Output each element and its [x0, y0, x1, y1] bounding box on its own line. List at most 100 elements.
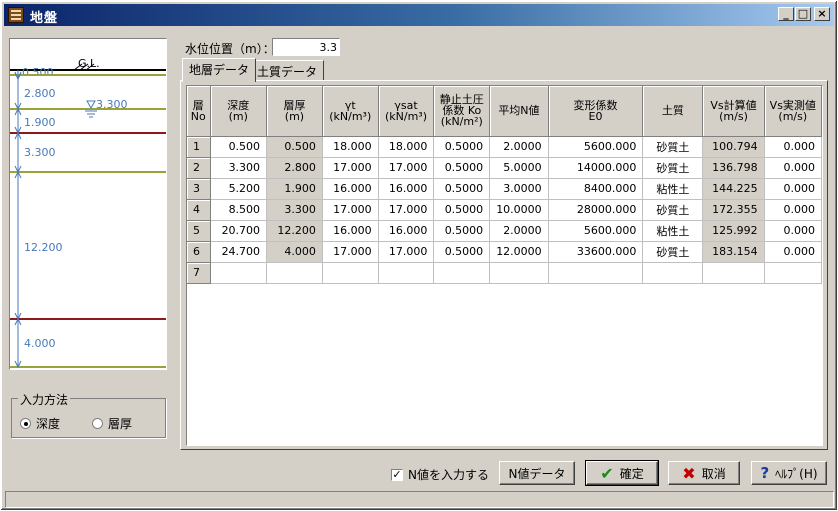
- tab-soil-data[interactable]: 土質データ: [250, 60, 325, 80]
- cell-gamma-sat[interactable]: 17.000: [378, 199, 435, 221]
- close-button[interactable]: ×: [814, 7, 830, 21]
- cell-depth[interactable]: 20.700: [210, 220, 268, 242]
- cell-soil[interactable]: 粘性土: [642, 178, 704, 200]
- radio-thickness-dot[interactable]: [92, 418, 103, 429]
- cell-soil[interactable]: 砂質土: [642, 199, 704, 221]
- help-button-label: ﾍﾙﾌﾟ(H): [775, 466, 818, 481]
- cell-e0[interactable]: 5600.000: [548, 220, 644, 242]
- cell-gamma-sat[interactable]: 16.000: [378, 178, 435, 200]
- row-no[interactable]: 7: [187, 262, 211, 284]
- cell-depth[interactable]: [210, 262, 268, 284]
- cell-avg-n[interactable]: 10.0000: [489, 199, 549, 221]
- cell-gamma-sat[interactable]: 17.000: [378, 241, 435, 263]
- cell-avg-n[interactable]: 5.0000: [489, 157, 549, 179]
- table-row[interactable]: 2 3.300 2.800 17.000 17.000 0.5000 5.000…: [187, 157, 822, 179]
- row-no[interactable]: 5: [187, 220, 211, 242]
- cell-depth[interactable]: 24.700: [210, 241, 268, 263]
- table-row[interactable]: 7: [187, 262, 822, 284]
- soil-profile-diagram: G.L. 0.500 2.800 1.900 3.300 12.200 4.00…: [10, 57, 166, 369]
- cell-soil[interactable]: 粘性土: [642, 220, 704, 242]
- cell-depth[interactable]: 8.500: [210, 199, 268, 221]
- cell-ko[interactable]: 0.5000: [433, 136, 491, 158]
- cell-e0[interactable]: 8400.000: [548, 178, 644, 200]
- cell-vs-calc: 100.794: [702, 136, 765, 158]
- cell-avg-n[interactable]: 12.0000: [489, 241, 549, 263]
- cell-ko[interactable]: 0.5000: [433, 199, 491, 221]
- cell-vs-calc[interactable]: [702, 262, 765, 284]
- cell-ko[interactable]: 0.5000: [433, 178, 491, 200]
- help-button[interactable]: ? ﾍﾙﾌﾟ(H): [751, 461, 827, 485]
- maximize-button[interactable]: □: [795, 7, 811, 21]
- row-no[interactable]: 1: [187, 136, 211, 158]
- row-no[interactable]: 2: [187, 157, 211, 179]
- col-header-gamma-t: γt (kN/m³): [322, 86, 379, 137]
- n-data-button[interactable]: N値データ: [499, 461, 575, 485]
- table-row[interactable]: 1 0.500 0.500 18.000 18.000 0.5000 2.000…: [187, 136, 822, 158]
- n-value-checkbox-wrap[interactable]: ✓ N値を入力する: [391, 466, 489, 483]
- table-row[interactable]: 4 8.500 3.300 17.000 17.000 0.5000 10.00…: [187, 199, 822, 221]
- cell-gamma-t[interactable]: [322, 262, 379, 284]
- cell-gamma-sat[interactable]: 17.000: [378, 157, 435, 179]
- row-no[interactable]: 3: [187, 178, 211, 200]
- cell-gamma-t[interactable]: 17.000: [322, 199, 379, 221]
- cancel-button[interactable]: ✖ 取消: [668, 461, 740, 485]
- cell-vs-meas[interactable]: 0.000: [764, 136, 822, 158]
- layer-grid[interactable]: 層 No 深度 (m) 層厚 (m) γt (kN/m³) γsat (kN/m…: [186, 85, 823, 446]
- cell-avg-n[interactable]: 2.0000: [489, 220, 549, 242]
- cell-avg-n[interactable]: 2.0000: [489, 136, 549, 158]
- status-bar: [5, 491, 834, 508]
- cell-vs-meas[interactable]: 0.000: [764, 178, 822, 200]
- cell-e0[interactable]: 33600.000: [548, 241, 644, 263]
- cell-e0[interactable]: 14000.000: [548, 157, 644, 179]
- water-level-input[interactable]: [272, 38, 340, 56]
- cell-ko[interactable]: 0.5000: [433, 220, 491, 242]
- cell-e0[interactable]: 28000.000: [548, 199, 644, 221]
- cell-vs-meas[interactable]: [764, 262, 822, 284]
- row-no[interactable]: 4: [187, 199, 211, 221]
- cell-vs-meas[interactable]: 0.000: [764, 220, 822, 242]
- cell-avg-n[interactable]: 3.0000: [489, 178, 549, 200]
- cell-depth[interactable]: 0.500: [210, 136, 268, 158]
- cell-depth[interactable]: 5.200: [210, 178, 268, 200]
- cell-ko[interactable]: [433, 262, 491, 284]
- radio-depth-dot[interactable]: [20, 418, 31, 429]
- cell-depth[interactable]: 3.300: [210, 157, 268, 179]
- n-value-checkbox[interactable]: ✓: [391, 468, 403, 481]
- cell-soil[interactable]: [642, 262, 704, 284]
- row-no[interactable]: 6: [187, 241, 211, 263]
- cell-soil[interactable]: 砂質土: [642, 157, 704, 179]
- cell-avg-n[interactable]: [489, 262, 549, 284]
- layer-table: 層 No 深度 (m) 層厚 (m) γt (kN/m³) γsat (kN/m…: [187, 86, 822, 284]
- radio-depth[interactable]: 深度: [20, 415, 60, 432]
- table-row[interactable]: 5 20.700 12.200 16.000 16.000 0.5000 2.0…: [187, 220, 822, 242]
- cell-gamma-t[interactable]: 16.000: [322, 178, 379, 200]
- cell-vs-meas[interactable]: 0.000: [764, 157, 822, 179]
- cell-ko[interactable]: 0.5000: [433, 157, 491, 179]
- ok-button-label: 確定: [619, 466, 644, 481]
- minimize-button[interactable]: _: [778, 7, 794, 21]
- cell-gamma-t[interactable]: 17.000: [322, 241, 379, 263]
- cell-e0[interactable]: [548, 262, 644, 284]
- table-row[interactable]: 6 24.700 4.000 17.000 17.000 0.5000 12.0…: [187, 241, 822, 263]
- cell-thickness: 4.000: [266, 241, 323, 263]
- cell-gamma-t[interactable]: 16.000: [322, 220, 379, 242]
- check-icon: ✔: [600, 463, 614, 483]
- cell-gamma-sat[interactable]: 16.000: [378, 220, 435, 242]
- cell-soil[interactable]: 砂質土: [642, 241, 704, 263]
- cell-gamma-sat[interactable]: 18.000: [378, 136, 435, 158]
- table-row[interactable]: 3 5.200 1.900 16.000 16.000 0.5000 3.000…: [187, 178, 822, 200]
- title-bar[interactable]: 地盤 _ □ ×: [4, 4, 834, 26]
- radio-thickness[interactable]: 層厚: [92, 415, 132, 432]
- cell-vs-meas[interactable]: 0.000: [764, 241, 822, 263]
- cell-e0[interactable]: 5600.000: [548, 136, 644, 158]
- tab-layer-data[interactable]: 地層データ: [182, 58, 257, 82]
- cell-soil[interactable]: 砂質土: [642, 136, 704, 158]
- cell-vs-meas[interactable]: 0.000: [764, 199, 822, 221]
- cell-thickness[interactable]: [266, 262, 323, 284]
- cell-gamma-t[interactable]: 17.000: [322, 157, 379, 179]
- ok-button[interactable]: ✔ 確定: [585, 460, 659, 486]
- cell-ko[interactable]: 0.5000: [433, 241, 491, 263]
- cell-gamma-sat[interactable]: [378, 262, 435, 284]
- cell-gamma-t[interactable]: 18.000: [322, 136, 379, 158]
- col-header-vs-meas: Vs実測値 (m/s): [764, 86, 822, 137]
